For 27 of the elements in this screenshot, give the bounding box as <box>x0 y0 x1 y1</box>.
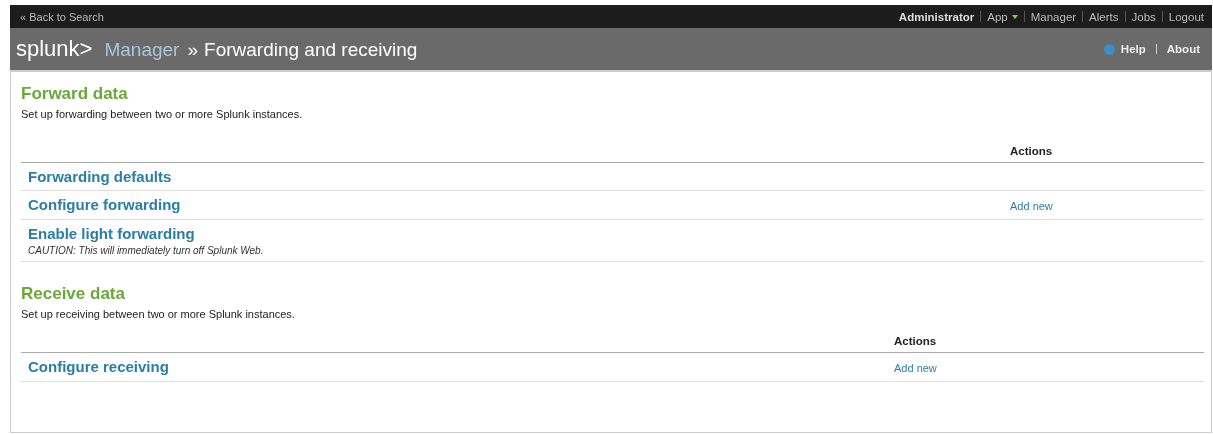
breadcrumb-separator: » <box>187 39 199 61</box>
row-link[interactable]: Configure forwarding <box>28 196 1010 213</box>
section-description: Set up forwarding between two or more Splunk instances. <box>21 108 304 120</box>
app-menu[interactable]: App <box>987 10 1018 23</box>
row-link[interactable]: Enable light forwarding <box>28 225 1010 242</box>
add-new-link[interactable]: Add new <box>894 362 937 374</box>
column-header: Actions <box>894 334 938 349</box>
menu-link[interactable]: Jobs <box>1131 10 1156 23</box>
back-link[interactable]: « Back to Search <box>20 10 104 23</box>
caution-note: CAUTION: This will immediately turn off Splunk Web. <box>28 245 265 256</box>
column-header: Actions <box>1010 144 1054 159</box>
menu-link[interactable]: Manager <box>1030 10 1077 23</box>
section-description: Set up receiving between two or more Splunk instances. <box>21 308 296 320</box>
menu-link[interactable]: Logout <box>1168 10 1204 23</box>
add-new-link[interactable]: Add new <box>1010 200 1053 212</box>
page-title: Forwarding and receiving <box>204 39 418 61</box>
caret-icon <box>1011 14 1018 19</box>
menu-link[interactable]: Alerts <box>1089 10 1119 23</box>
breadcrumb-link[interactable]: Manager <box>104 39 180 61</box>
row-link[interactable]: Configure receiving <box>28 358 894 375</box>
help-link[interactable]: Help <box>1120 43 1146 55</box>
section-title: Forward data <box>21 84 129 104</box>
logo: splunk> <box>16 36 93 62</box>
section-title: Receive data <box>21 284 126 304</box>
row-link[interactable]: Forwarding defaults <box>28 168 1010 185</box>
about-link[interactable]: About <box>1166 43 1200 55</box>
user-name: Administrator <box>898 10 975 23</box>
